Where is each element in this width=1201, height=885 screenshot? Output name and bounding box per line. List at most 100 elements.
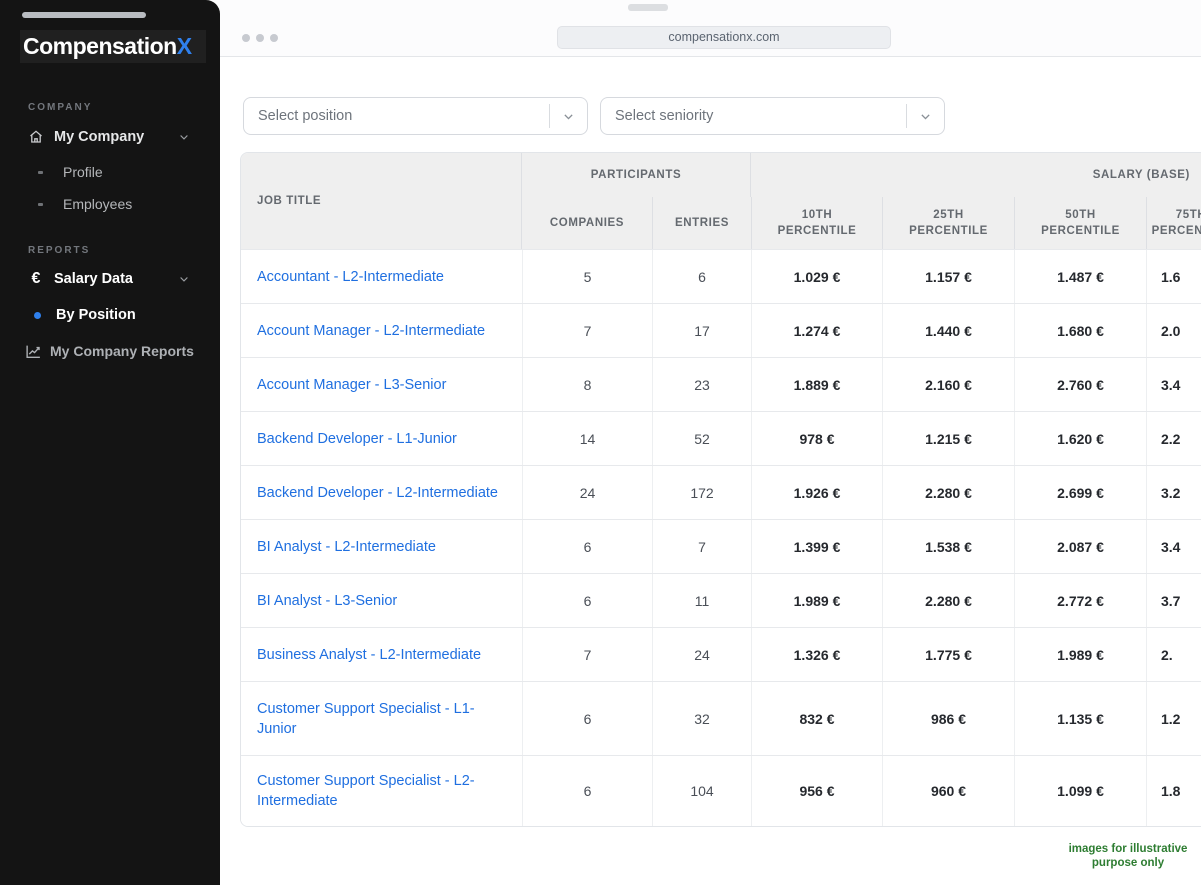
url-bar[interactable]: compensationx.com bbox=[557, 26, 891, 49]
p25-value: 1.775 € bbox=[882, 628, 1014, 681]
window-control-icon[interactable] bbox=[242, 34, 250, 42]
p10-value: 1.399 € bbox=[751, 520, 882, 573]
illustrative-note: images for illustrative purpose only bbox=[1063, 842, 1193, 870]
companies-value: 6 bbox=[522, 682, 652, 755]
p75-value: 3.2 bbox=[1146, 466, 1201, 519]
p75-value: 2.2 bbox=[1146, 412, 1201, 465]
table-row: BI Analyst - L3-Senior 6 11 1.989 € 2.28… bbox=[241, 573, 1201, 627]
sidebar-item-employees[interactable]: Employees bbox=[0, 196, 220, 212]
seniority-select[interactable]: Select seniority bbox=[600, 97, 945, 135]
companies-value: 7 bbox=[522, 628, 652, 681]
company-section-label: COMPANY bbox=[28, 102, 92, 113]
sidebar-item-label: Employees bbox=[63, 196, 132, 212]
p75-value: 3.7 bbox=[1146, 574, 1201, 627]
p75-value: 1.6 bbox=[1146, 250, 1201, 303]
p25-value: 1.440 € bbox=[882, 304, 1014, 357]
logo-text: Compensation bbox=[23, 33, 177, 60]
p75-value: 3.4 bbox=[1146, 520, 1201, 573]
entries-value: 17 bbox=[652, 304, 751, 357]
entries-value: 32 bbox=[652, 682, 751, 755]
position-select[interactable]: Select position bbox=[243, 97, 588, 135]
p50-value: 2.699 € bbox=[1014, 466, 1146, 519]
job-title-link[interactable]: BI Analyst - L2-Intermediate bbox=[257, 537, 436, 557]
p25-value: 2.160 € bbox=[882, 358, 1014, 411]
p25-value: 2.280 € bbox=[882, 466, 1014, 519]
p50-value: 1.989 € bbox=[1014, 628, 1146, 681]
window-control-icon[interactable] bbox=[270, 34, 278, 42]
entries-value: 172 bbox=[652, 466, 751, 519]
entries-value: 52 bbox=[652, 412, 751, 465]
bullet-icon bbox=[38, 203, 43, 206]
job-title-link[interactable]: Business Analyst - L2-Intermediate bbox=[257, 645, 481, 665]
table-row: Accountant - L2-Intermediate 5 6 1.029 €… bbox=[241, 249, 1201, 303]
group-header-salary: SALARY (BASE) bbox=[751, 153, 1201, 197]
table-row: Customer Support Specialist - L1-Junior … bbox=[241, 681, 1201, 755]
p75-value: 2.0 bbox=[1146, 304, 1201, 357]
companies-value: 6 bbox=[522, 520, 652, 573]
sidebar-item-salary-data[interactable]: € Salary Data bbox=[0, 268, 220, 290]
job-title-link[interactable]: Account Manager - L2-Intermediate bbox=[257, 321, 485, 341]
table-header: JOB TITLE PARTICIPANTS SALARY (BASE) COM… bbox=[241, 153, 1201, 249]
p50-value: 1.135 € bbox=[1014, 682, 1146, 755]
job-title-link[interactable]: Backend Developer - L2-Intermediate bbox=[257, 483, 498, 503]
job-title-link[interactable]: BI Analyst - L3-Senior bbox=[257, 591, 397, 611]
p50-value: 2.760 € bbox=[1014, 358, 1146, 411]
reports-section-label: REPORTS bbox=[28, 245, 90, 256]
redacted-bar bbox=[22, 12, 146, 18]
browser-chrome: compensationx.com bbox=[220, 0, 1201, 57]
job-title-link[interactable]: Account Manager - L3-Senior bbox=[257, 375, 446, 395]
entries-value: 7 bbox=[652, 520, 751, 573]
active-dot-icon bbox=[34, 312, 41, 319]
companies-value: 24 bbox=[522, 466, 652, 519]
col-header-entries: ENTRIES bbox=[652, 197, 751, 249]
sidebar-item-my-company[interactable]: My Company bbox=[0, 126, 220, 148]
companies-value: 6 bbox=[522, 756, 652, 826]
p25-value: 1.215 € bbox=[882, 412, 1014, 465]
p10-value: 1.989 € bbox=[751, 574, 882, 627]
app-logo: Compensation X bbox=[20, 30, 206, 63]
p25-value: 986 € bbox=[882, 682, 1014, 755]
p75-value: 3.4 bbox=[1146, 358, 1201, 411]
p50-value: 1.680 € bbox=[1014, 304, 1146, 357]
job-title-link[interactable]: Accountant - L2-Intermediate bbox=[257, 267, 444, 287]
job-title-link[interactable]: Backend Developer - L1-Junior bbox=[257, 429, 457, 449]
tab-handle bbox=[628, 4, 668, 11]
job-title-link[interactable]: Customer Support Specialist - L1-Junior bbox=[257, 699, 506, 739]
entries-value: 11 bbox=[652, 574, 751, 627]
companies-value: 14 bbox=[522, 412, 652, 465]
entries-value: 23 bbox=[652, 358, 751, 411]
companies-value: 8 bbox=[522, 358, 652, 411]
p25-value: 1.538 € bbox=[882, 520, 1014, 573]
chevron-down-icon bbox=[907, 110, 944, 123]
p75-value: 1.2 bbox=[1146, 682, 1201, 755]
job-title-link[interactable]: Customer Support Specialist - L2-Interme… bbox=[257, 771, 506, 811]
sidebar-item-by-position[interactable]: By Position bbox=[0, 306, 220, 324]
col-header-25th-percentile: 25THPERCENTILE bbox=[882, 197, 1014, 249]
table-row: BI Analyst - L2-Intermediate 6 7 1.399 €… bbox=[241, 519, 1201, 573]
chevron-down-icon bbox=[178, 131, 190, 143]
p75-value: 1.8 bbox=[1146, 756, 1201, 826]
chevron-down-icon bbox=[178, 273, 190, 285]
sidebar-item-profile[interactable]: Profile bbox=[0, 164, 220, 180]
table-row: Customer Support Specialist - L2-Interme… bbox=[241, 755, 1201, 826]
p25-value: 960 € bbox=[882, 756, 1014, 826]
group-header-participants: PARTICIPANTS bbox=[522, 153, 751, 197]
table-row: Business Analyst - L2-Intermediate 7 24 … bbox=[241, 627, 1201, 681]
table-row: Backend Developer - L1-Junior 14 52 978 … bbox=[241, 411, 1201, 465]
window-control-icon[interactable] bbox=[256, 34, 264, 42]
col-header-50th-percentile: 50THPERCENTILE bbox=[1014, 197, 1146, 249]
entries-value: 104 bbox=[652, 756, 751, 826]
col-header-companies: COMPANIES bbox=[522, 197, 652, 249]
p75-value: 2. bbox=[1146, 628, 1201, 681]
table-row: Account Manager - L3-Senior 8 23 1.889 €… bbox=[241, 357, 1201, 411]
entries-value: 24 bbox=[652, 628, 751, 681]
sidebar-item-my-company-reports[interactable]: My Company Reports bbox=[0, 341, 220, 361]
p50-value: 2.087 € bbox=[1014, 520, 1146, 573]
p50-value: 1.487 € bbox=[1014, 250, 1146, 303]
companies-value: 7 bbox=[522, 304, 652, 357]
position-select-placeholder: Select position bbox=[244, 108, 352, 124]
p10-value: 832 € bbox=[751, 682, 882, 755]
chevron-down-icon bbox=[550, 110, 587, 123]
sidebar-item-label: Salary Data bbox=[54, 271, 133, 287]
p25-value: 1.157 € bbox=[882, 250, 1014, 303]
